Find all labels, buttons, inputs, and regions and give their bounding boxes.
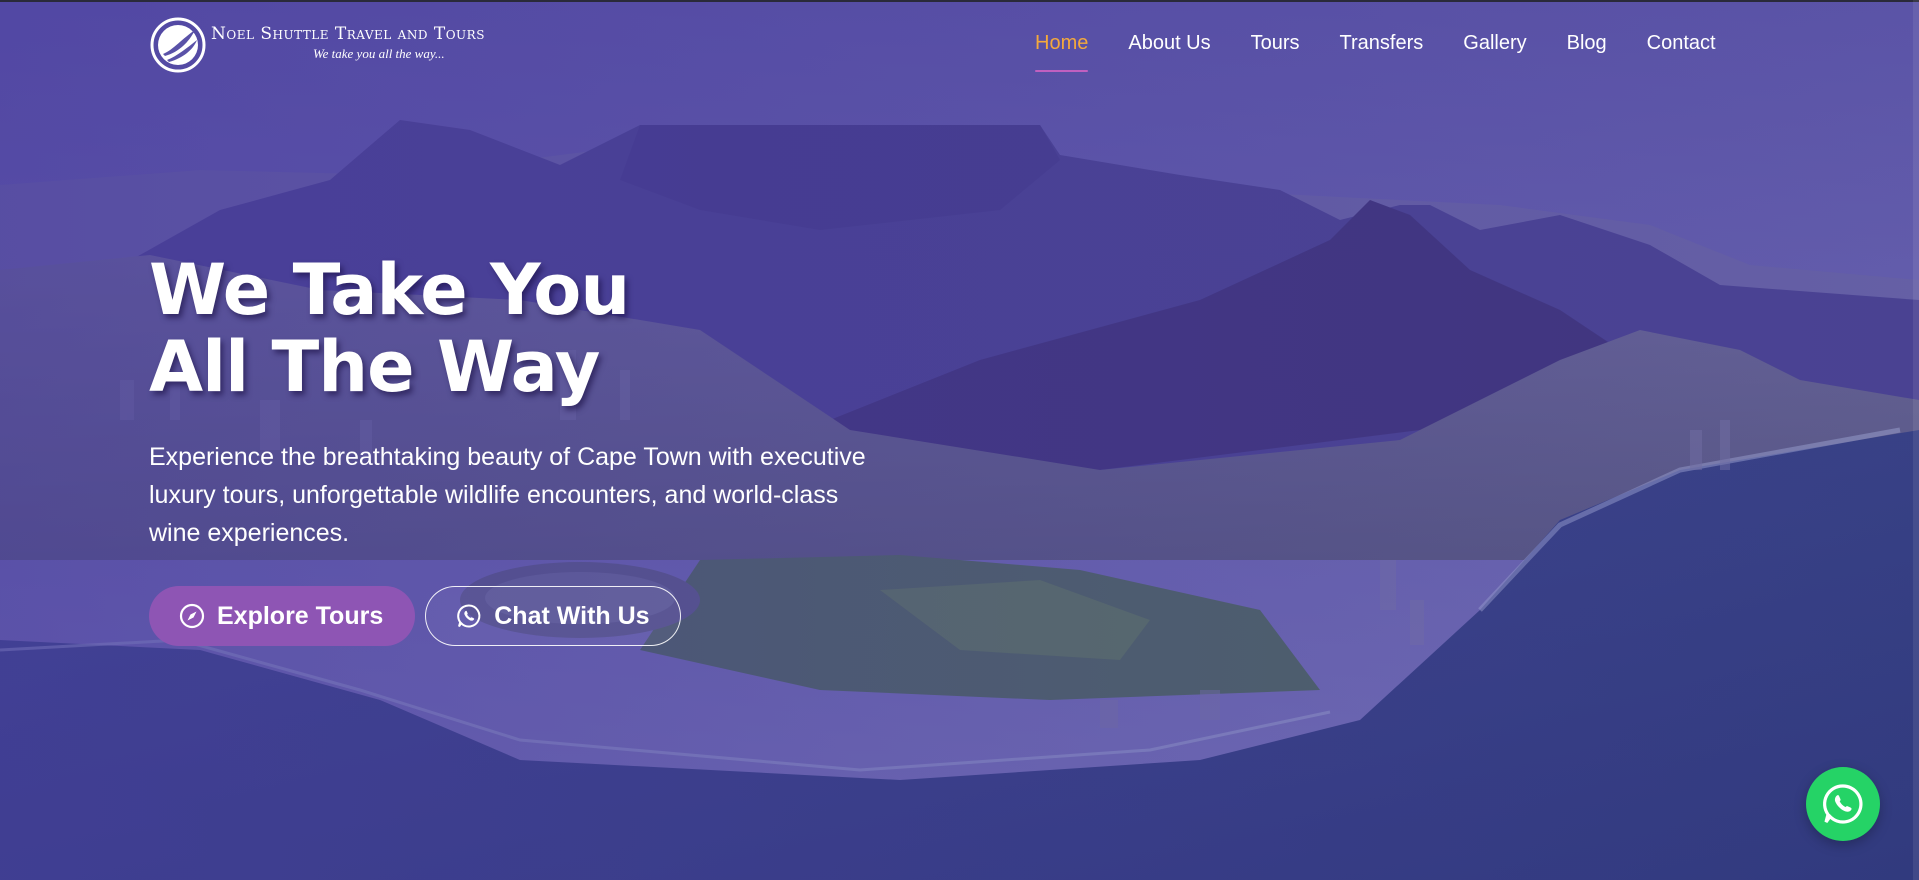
hero-content: We Take You All The Way Experience the b… xyxy=(149,252,909,646)
nav-item-gallery[interactable]: Gallery xyxy=(1443,32,1546,72)
site-logo[interactable]: Noel Shuttle Travel and Tours We take yo… xyxy=(149,16,485,74)
nav-item-blog[interactable]: Blog xyxy=(1547,32,1627,72)
hero-actions: Explore Tours Chat With Us xyxy=(149,586,909,646)
hero-headline: We Take You All The Way xyxy=(149,252,909,406)
brand-logo-icon xyxy=(150,17,206,73)
main-nav: Home About Us Tours Transfers Gallery Bl… xyxy=(1035,32,1736,72)
nav-item-about-us[interactable]: About Us xyxy=(1108,32,1230,72)
chat-with-us-button[interactable]: Chat With Us xyxy=(425,586,681,646)
whatsapp-float-button[interactable] xyxy=(1806,767,1880,841)
hero-headline-line1: We Take You xyxy=(149,249,630,331)
explore-tours-label: Explore Tours xyxy=(217,601,384,630)
hero-description: Experience the breathtaking beauty of Ca… xyxy=(149,443,866,547)
hero-headline-line2: All The Way xyxy=(149,326,600,408)
site-header: Noel Shuttle Travel and Tours We take yo… xyxy=(0,0,1919,90)
nav-item-home[interactable]: Home xyxy=(1035,32,1108,72)
page-scrollbar[interactable] xyxy=(1913,0,1919,880)
nav-item-tours[interactable]: Tours xyxy=(1231,32,1320,72)
nav-item-contact[interactable]: Contact xyxy=(1627,32,1736,72)
brand-name: Noel Shuttle Travel and Tours xyxy=(211,24,485,44)
explore-tours-button[interactable]: Explore Tours xyxy=(149,586,416,646)
nav-item-transfers[interactable]: Transfers xyxy=(1320,32,1444,72)
whatsapp-icon xyxy=(1823,784,1863,824)
compass-icon xyxy=(179,603,205,629)
brand-tagline: We take you all the way... xyxy=(313,46,445,61)
whatsapp-icon xyxy=(456,603,482,629)
chat-with-us-label: Chat With Us xyxy=(494,601,650,630)
